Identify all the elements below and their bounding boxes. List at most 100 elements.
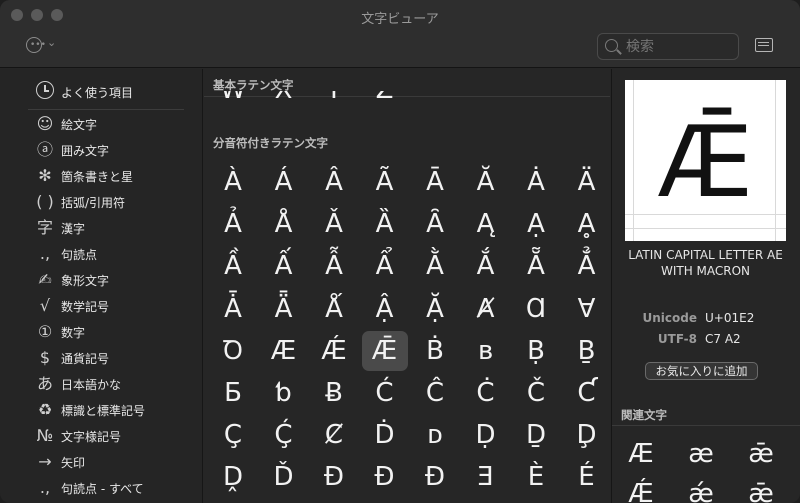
character-cell[interactable]: Ḍ xyxy=(463,415,509,455)
sidebar-item[interactable]: ., 句読点 - すべて xyxy=(0,476,203,500)
character-cell[interactable]: Y xyxy=(311,91,357,110)
character-cell[interactable]: Ä xyxy=(564,162,610,202)
character-cell[interactable]: Ả xyxy=(210,204,256,244)
sidebar-item[interactable]: ( ) 括弧/引用符 xyxy=(0,190,203,214)
character-cell[interactable]: Ḅ xyxy=(513,331,559,371)
character-cell[interactable]: Ƀ xyxy=(311,373,357,413)
search-input[interactable] xyxy=(626,37,734,57)
sidebar-item[interactable]: ✻ 箇条書きと星 xyxy=(0,164,203,188)
related-character-cell[interactable]: ǣ xyxy=(734,436,788,472)
sidebar-item[interactable]: ⓐ 囲み文字 xyxy=(0,138,203,162)
character-cell[interactable]: È xyxy=(513,457,559,497)
character-cell[interactable]: Ċ xyxy=(463,373,509,413)
character-cell[interactable]: Ã xyxy=(362,162,408,202)
character-cell[interactable]: ƅ xyxy=(261,373,307,413)
character-cell[interactable]: Ḑ xyxy=(564,415,610,455)
character-cell[interactable]: Ḋ xyxy=(362,415,408,455)
character-cell[interactable]: Ƃ xyxy=(210,373,256,413)
character-cell[interactable]: Ƈ xyxy=(564,373,610,413)
add-to-favorites-button[interactable]: お気に入りに追加 xyxy=(645,362,758,380)
character-cell[interactable]: Ĉ xyxy=(412,373,458,413)
character-cell[interactable]: Č xyxy=(513,373,559,413)
character-cell[interactable]: Ȧ xyxy=(513,162,559,202)
character-cell[interactable]: Ḏ xyxy=(513,415,559,455)
sidebar-item[interactable]: → 矢印 xyxy=(0,450,203,474)
related-character-cell[interactable]: æ xyxy=(674,436,728,472)
sidebar-item[interactable]: $ 通貨記号 xyxy=(0,346,203,370)
character-cell[interactable]: Ć xyxy=(362,373,408,413)
character-cell[interactable]: Ắ xyxy=(463,246,509,286)
related-character-cell[interactable]: ǣ xyxy=(734,476,788,503)
character-cell[interactable]: Ȃ xyxy=(412,204,458,244)
character-cell[interactable]: Ầ xyxy=(210,246,256,286)
character-cell[interactable]: Ɖ xyxy=(412,457,458,497)
keyboard-viewer-icon[interactable] xyxy=(755,38,773,52)
search-field[interactable] xyxy=(597,33,739,60)
sidebar-item[interactable]: № 文字様記号 xyxy=(0,424,203,448)
character-cell[interactable]: Z xyxy=(362,91,408,110)
character-grid-area[interactable]: 基本ラテン文字 WXYZ 分音符付きラテン文字 ÀÁÂÃĀĂȦÄẢÅǍȀȂĄẠḀ… xyxy=(204,69,610,503)
character-cell[interactable]: Ấ xyxy=(261,246,307,286)
character-cell[interactable]: Ǡ xyxy=(210,289,256,329)
character-cell[interactable]: W xyxy=(210,91,256,110)
character-cell[interactable]: Ặ xyxy=(412,289,458,329)
character-cell[interactable]: Ẫ xyxy=(311,246,357,286)
character-cell[interactable]: Ḁ xyxy=(564,204,610,244)
character-cell[interactable]: Ǝ xyxy=(463,457,509,497)
sidebar-item[interactable]: ① 数字 xyxy=(0,320,203,344)
character-cell[interactable]: Ẩ xyxy=(362,246,408,286)
sidebar-item[interactable]: よく使う項目 xyxy=(0,80,203,104)
sidebar-item[interactable]: ✍ 象形文字 xyxy=(0,268,203,292)
character-cell[interactable]: Ǟ xyxy=(261,289,307,329)
related-character-cell[interactable]: Æ xyxy=(614,436,668,472)
character-cell[interactable]: Ḇ xyxy=(564,331,610,371)
character-cell[interactable]: Æ xyxy=(261,331,307,371)
character-cell[interactable]: É xyxy=(564,457,610,497)
sidebar-item[interactable]: ☺ 絵文字 xyxy=(0,112,203,136)
character-cell[interactable]: Ǻ xyxy=(311,289,357,329)
character-cell[interactable]: Ɐ xyxy=(564,289,610,329)
character-cell[interactable]: Đ xyxy=(311,457,357,497)
character-cell[interactable]: ʙ xyxy=(463,331,509,371)
character-cell[interactable]: Å xyxy=(261,204,307,244)
character-cell[interactable]: Ç xyxy=(210,415,256,455)
sidebar-item[interactable]: 字漢字 xyxy=(0,216,203,240)
unicode-value: U+01E2 xyxy=(705,311,755,325)
character-cell[interactable]: Ḃ xyxy=(412,331,458,371)
character-cell[interactable]: Ǎ xyxy=(311,204,357,244)
sidebar-item[interactable]: √ 数学記号 xyxy=(0,294,203,318)
character-cell[interactable]: Ð xyxy=(362,457,408,497)
character-cell[interactable]: Ɑ xyxy=(513,289,559,329)
character-cell[interactable]: Ā xyxy=(412,162,458,202)
character-cell[interactable]: Ď xyxy=(261,457,307,497)
clock-icon xyxy=(36,81,54,99)
basic-latin-row: WXYZ xyxy=(210,91,610,111)
utf8-label: UTF-8 xyxy=(657,332,697,346)
character-cell[interactable]: Ằ xyxy=(412,246,458,286)
character-cell[interactable]: Á xyxy=(261,162,307,202)
character-cell[interactable]: Ă xyxy=(463,162,509,202)
character-cell[interactable]: X xyxy=(261,91,307,110)
character-cell[interactable]: Ạ xyxy=(513,204,559,244)
sidebar-item[interactable]: ., 句読点 xyxy=(0,242,203,266)
related-character-cell[interactable]: ǽ xyxy=(674,476,728,503)
character-cell[interactable]: Ẳ xyxy=(564,246,610,286)
character-cell[interactable]: ᴅ xyxy=(412,415,458,455)
selected-character-cell[interactable]: Ǣ xyxy=(361,330,408,371)
character-cell[interactable]: Ⱥ xyxy=(463,289,509,329)
character-cell[interactable]: Ȁ xyxy=(362,204,408,244)
action-menu-button[interactable]: ••• ⌄ xyxy=(26,36,62,55)
character-cell[interactable]: Ą xyxy=(463,204,509,244)
character-cell[interactable]: Ậ xyxy=(362,289,408,329)
character-cell[interactable]: Â xyxy=(311,162,357,202)
character-cell[interactable]: À xyxy=(210,162,256,202)
character-cell[interactable]: Ǽ xyxy=(311,331,357,371)
sidebar-item[interactable]: ♻ 標識と標準記号 xyxy=(0,398,203,422)
character-cell[interactable]: Ḓ xyxy=(210,457,256,497)
character-cell[interactable]: Ḉ xyxy=(261,415,307,455)
related-character-cell[interactable]: Ǽ xyxy=(614,476,668,503)
character-cell[interactable]: Ȼ xyxy=(311,415,357,455)
character-cell[interactable]: Ꝺ xyxy=(210,331,256,371)
sidebar-item[interactable]: あ日本語かな xyxy=(0,372,203,396)
character-cell[interactable]: Ẵ xyxy=(513,246,559,286)
